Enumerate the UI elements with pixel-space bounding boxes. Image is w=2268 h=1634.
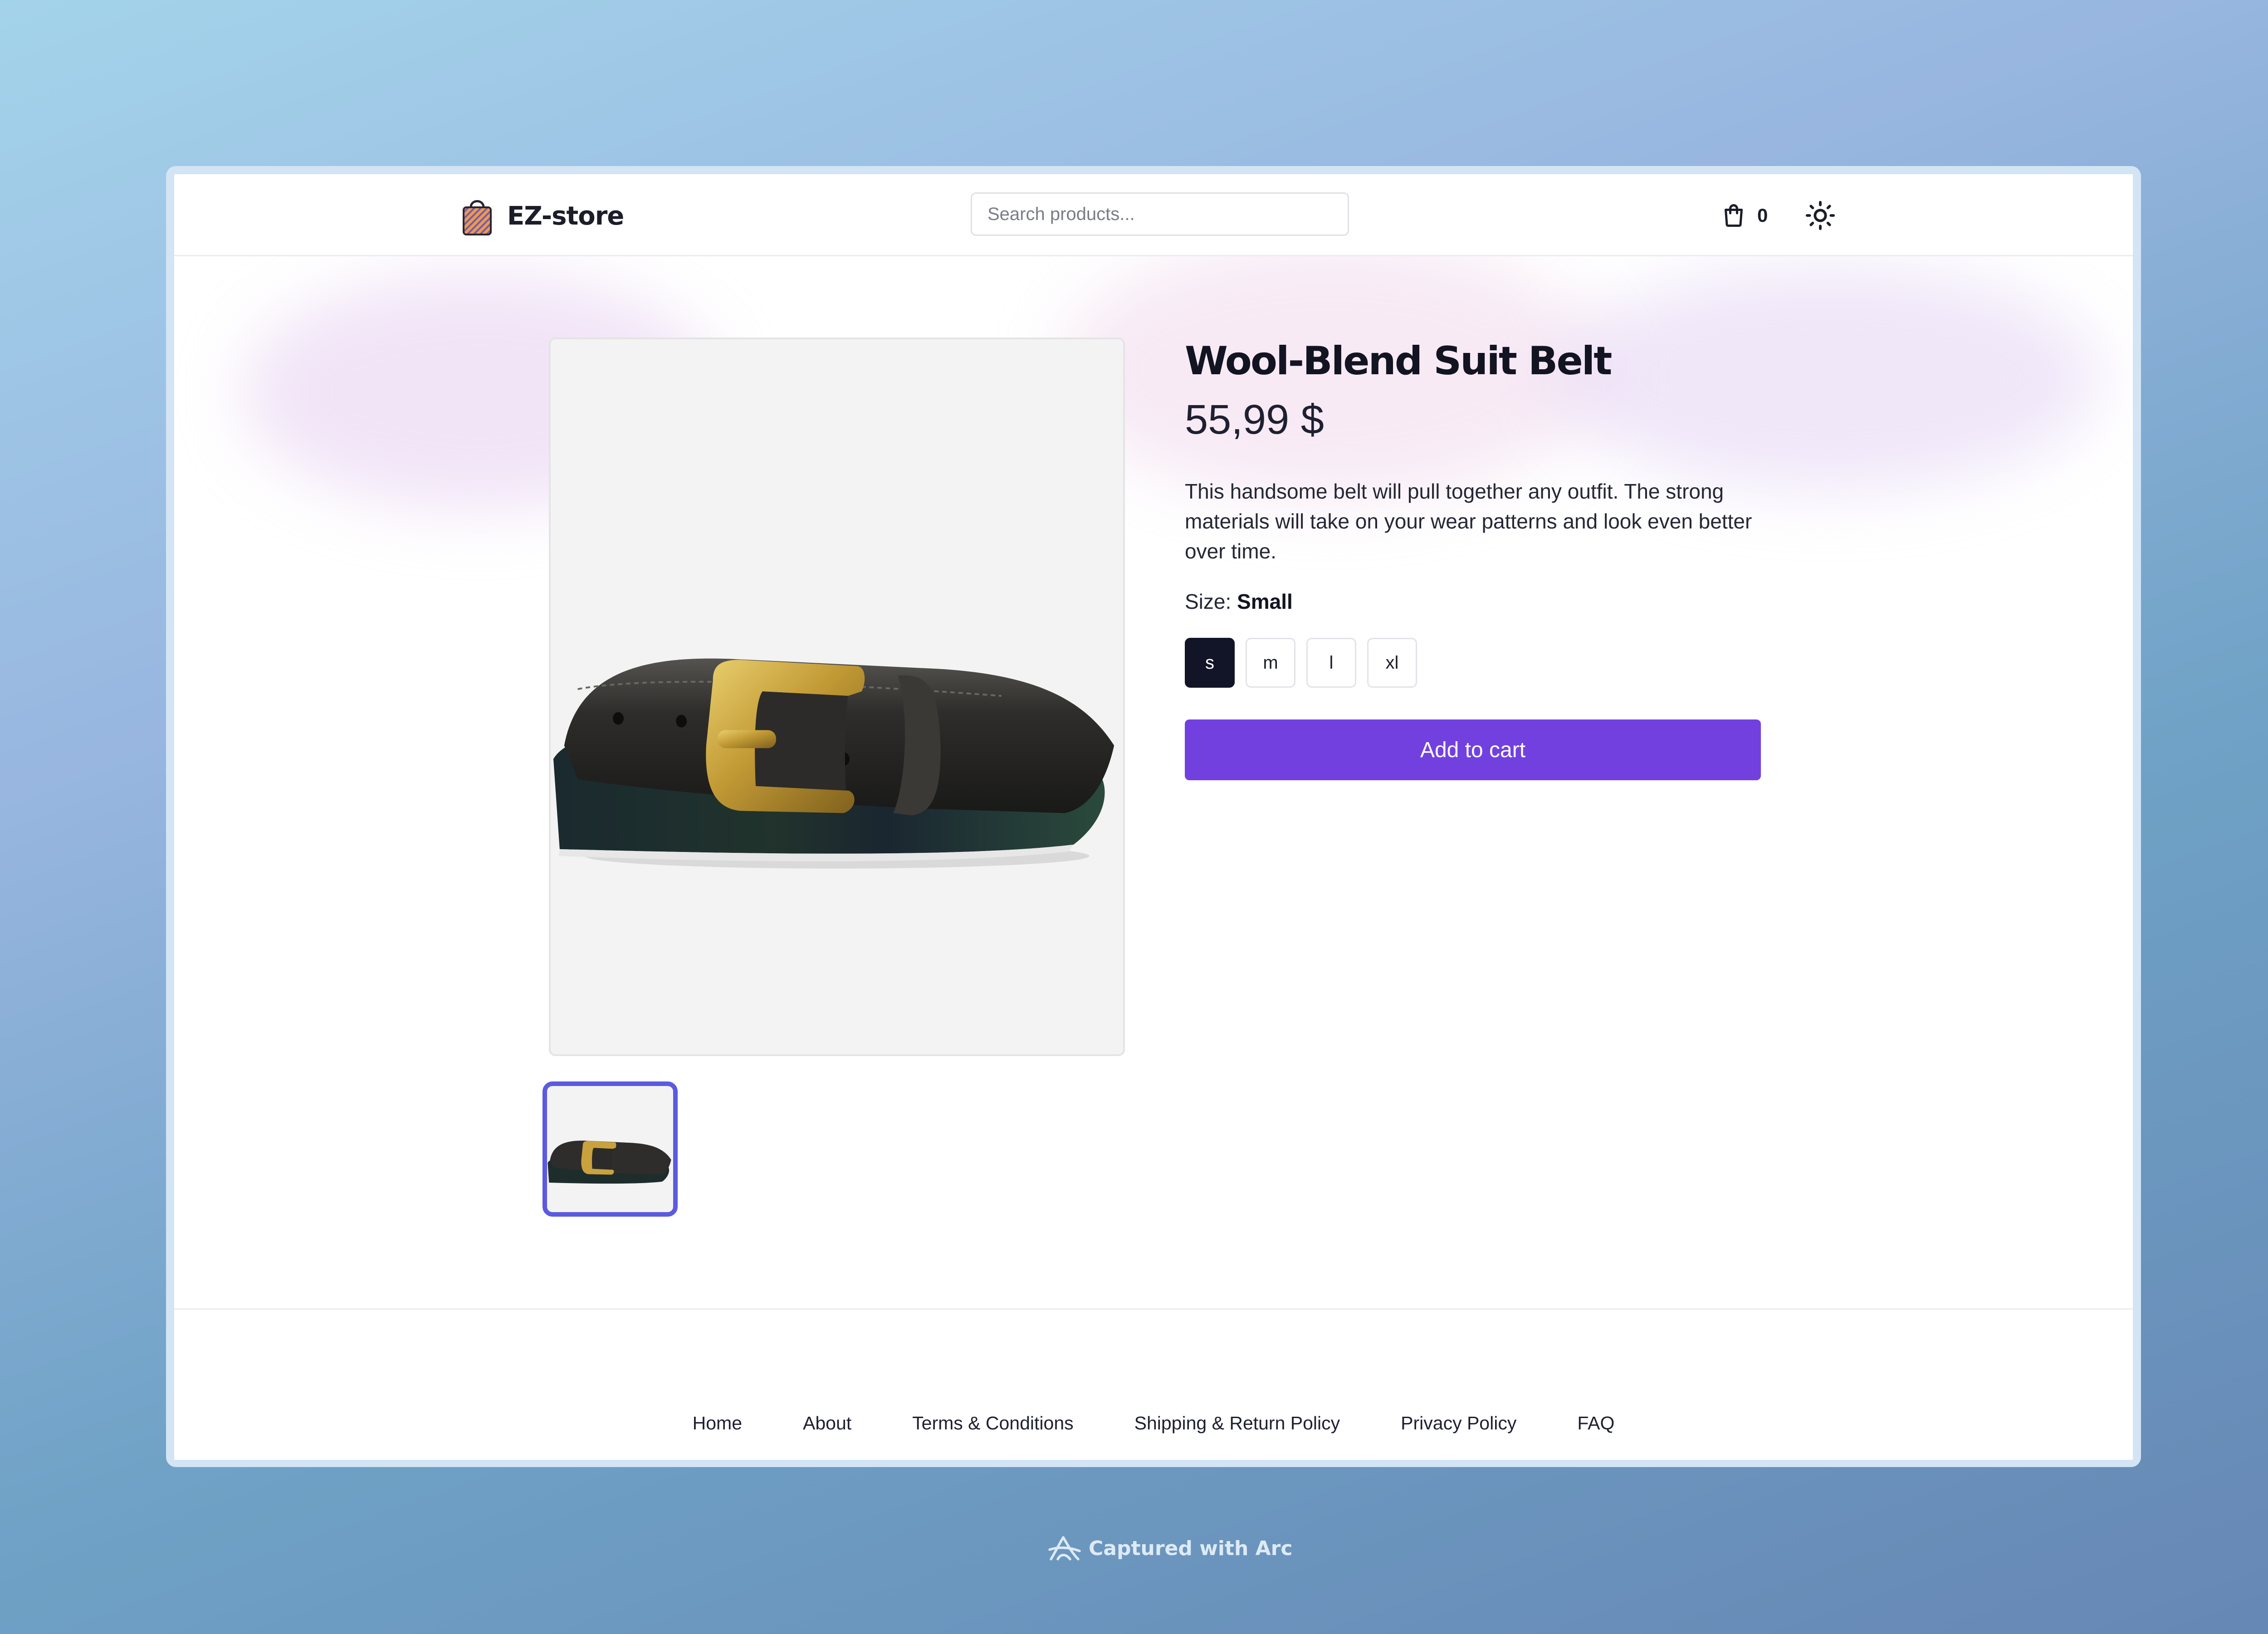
shopping-bag-icon bbox=[463, 200, 492, 235]
store-logo[interactable]: EZ-store bbox=[460, 195, 624, 237]
store-name: EZ-store bbox=[507, 201, 624, 231]
search-input[interactable] bbox=[971, 192, 1349, 236]
cart-button[interactable]: 0 bbox=[1720, 200, 1768, 231]
size-indicator: Size: Small bbox=[1185, 588, 1761, 615]
add-to-cart-button[interactable]: Add to cart bbox=[1185, 719, 1761, 780]
size-label: Size: bbox=[1185, 590, 1232, 613]
size-option-m[interactable]: m bbox=[1246, 638, 1295, 688]
footer-link-faq[interactable]: FAQ bbox=[1577, 1413, 1614, 1434]
footer-link-shipping-returns[interactable]: Shipping & Return Policy bbox=[1134, 1413, 1340, 1434]
sun-icon bbox=[1805, 201, 1835, 230]
selected-size-value: Small bbox=[1237, 590, 1293, 613]
product-title: Wool-Blend Suit Belt bbox=[1185, 338, 1612, 384]
capture-credit: Captured with Arc bbox=[1047, 1533, 1292, 1563]
size-options: s m l xl bbox=[1185, 638, 1761, 688]
belt-thumbnail-image bbox=[547, 1140, 671, 1184]
site-header: EZ-store 0 bbox=[174, 174, 2133, 256]
product-price: 55,99 $ bbox=[1185, 396, 1324, 443]
size-option-xl[interactable]: xl bbox=[1367, 638, 1417, 688]
footer-link-home[interactable]: Home bbox=[693, 1413, 742, 1434]
arc-logo-icon bbox=[1048, 1536, 1081, 1561]
shopping-bag-outline-icon bbox=[1725, 204, 1743, 227]
size-option-s[interactable]: s bbox=[1185, 638, 1235, 688]
theme-toggle-button[interactable] bbox=[1804, 200, 1836, 231]
product-details: Wool-Blend Suit Belt 55,99 $ This handso… bbox=[1185, 338, 1761, 780]
store-window: EZ-store 0 bbox=[174, 174, 2133, 1460]
footer-link-terms[interactable]: Terms & Conditions bbox=[912, 1413, 1073, 1434]
footer-link-privacy[interactable]: Privacy Policy bbox=[1401, 1413, 1516, 1434]
belt-image bbox=[553, 658, 1114, 869]
footer-nav: Home About Terms & Conditions Shipping &… bbox=[174, 1413, 2133, 1434]
capture-credit-text: Captured with Arc bbox=[1089, 1536, 1293, 1560]
product-image bbox=[549, 338, 1125, 1056]
footer-link-about[interactable]: About bbox=[803, 1413, 851, 1434]
cart-count: 0 bbox=[1757, 205, 1768, 226]
size-option-l[interactable]: l bbox=[1306, 638, 1356, 688]
product-description: This handsome belt will pull together an… bbox=[1185, 479, 1752, 563]
product-thumbnail[interactable] bbox=[543, 1081, 678, 1217]
footer-divider bbox=[174, 1308, 2133, 1310]
